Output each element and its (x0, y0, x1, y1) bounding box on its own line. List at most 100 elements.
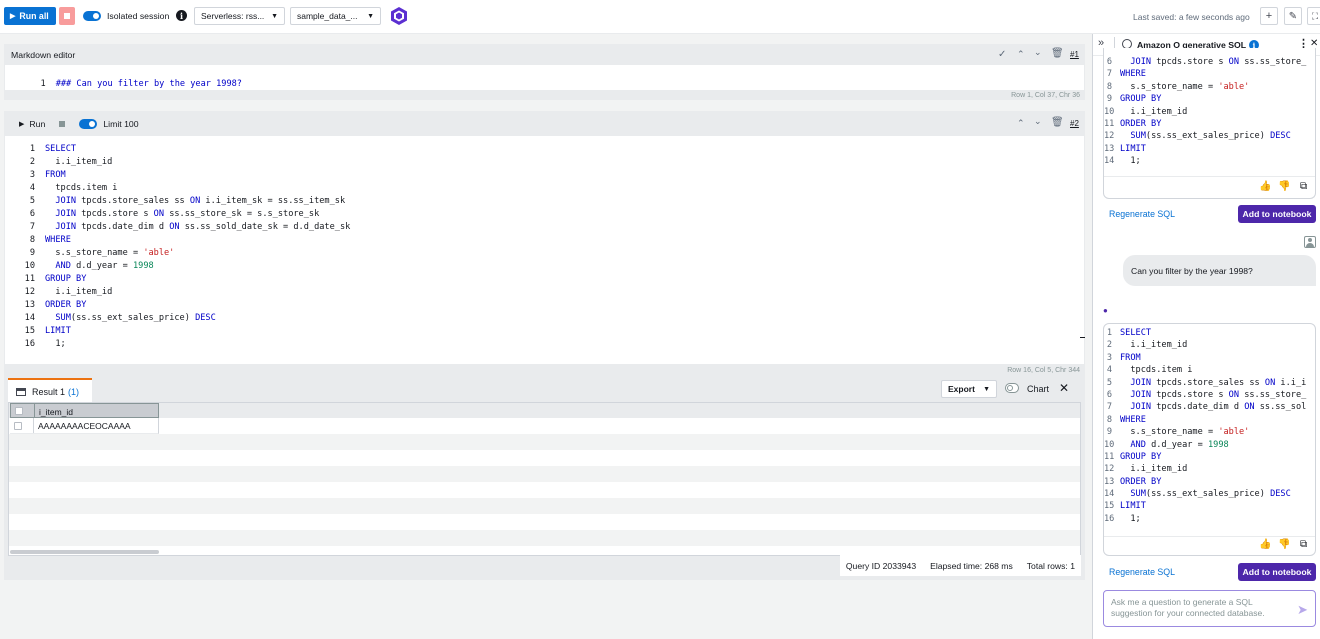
trash-icon[interactable]: 🗑 (1051, 48, 1064, 59)
code-text: 1; (1120, 156, 1141, 167)
chart-label: Chart (1027, 384, 1050, 394)
stop-all-button[interactable] (59, 7, 75, 25)
total-rows: Total rows: 1 (1026, 560, 1075, 571)
sql-cell[interactable]: ▶ Run Limit 100 ⌃ ⌄ 🗑 #2 1 SELECT 2 i.i_it… (4, 111, 1085, 379)
code-text: LIMIT (1120, 501, 1146, 512)
info-icon[interactable]: i (176, 10, 187, 21)
thumbs-down-icon[interactable]: 👎 (1278, 181, 1290, 192)
code-line: 7 WHERE (1104, 68, 1306, 80)
expand-icon: ⛶ (1311, 10, 1319, 21)
chevron-down-icon[interactable]: ⌄ (1034, 116, 1042, 127)
line-number: 14 (24, 313, 35, 323)
code-text: SELECT (45, 144, 77, 154)
line-number: 2 (29, 157, 35, 167)
column-header[interactable]: i_item_id (39, 407, 73, 417)
run-all-label: Run all (19, 11, 49, 21)
q-response-icon: ● (1103, 306, 1108, 315)
code-text: SELECT (1120, 328, 1152, 338)
stop-icon[interactable] (59, 121, 66, 127)
database-dropdown[interactable]: sample_data_... ▼ (290, 7, 381, 25)
line-number: 12 (1104, 131, 1115, 142)
code-line: 2 i.i_item_id (5, 156, 350, 169)
thumbs-down-icon[interactable]: 👎 (1278, 539, 1290, 550)
code-line: 11 ORDER BY (1104, 118, 1306, 130)
line-number: 15 (24, 326, 35, 336)
code-line: 6 JOIN tpcds.store s ON ss.ss_store_sk =… (5, 208, 350, 221)
run-all-button[interactable]: ▶ Run all (4, 7, 56, 25)
export-dropdown[interactable]: Export ▼ (941, 380, 997, 398)
chart-toggle[interactable] (1005, 383, 1019, 393)
line-number: 10 (24, 261, 35, 271)
code-line: 2 i.i_item_id (1104, 339, 1306, 351)
serverless-value: Serverless: rss... (201, 11, 265, 21)
tab-result-1[interactable]: Result 1 (1) (8, 378, 92, 404)
chevron-up-icon[interactable]: ⌃ (1017, 118, 1025, 129)
code-text: JOIN tpcds.date_dim d ON ss.ss_sol (1130, 402, 1307, 413)
row-checkbox[interactable] (14, 422, 22, 430)
line-number: 16 (1104, 513, 1115, 524)
limit-label: Limit 100 (103, 119, 139, 129)
line-number: 8 (29, 235, 35, 245)
code-text: GROUP BY (1120, 94, 1162, 105)
q-prompt-input[interactable]: Ask me a question to generate a SQL sugg… (1103, 590, 1316, 627)
trash-icon[interactable]: 🗑 (1051, 117, 1064, 128)
add-to-notebook-button[interactable]: Add to notebook (1238, 563, 1316, 581)
pencil-icon: ✎ (1288, 10, 1298, 22)
cell-number: #2 (1070, 119, 1079, 128)
check-icon[interactable]: ✓ (998, 49, 1006, 60)
add-cell-button[interactable]: + (1260, 7, 1278, 25)
add-to-notebook-button[interactable]: Add to notebook (1238, 205, 1316, 223)
regenerate-sql-button[interactable]: Regenerate SQL (1109, 567, 1175, 577)
code-line: 8 WHERE (1104, 414, 1306, 426)
line-number: 9 (29, 248, 35, 258)
table-row[interactable]: AAAAAAAACEOCAAAA (10, 418, 159, 434)
thumbs-up-icon[interactable]: 👍 (1259, 539, 1271, 550)
copy-icon[interactable]: ⧉ (1300, 181, 1307, 192)
line-number: 8 (1106, 81, 1112, 92)
code-text: JOIN tpcds.store s ON ss.ss_store_sk = s… (55, 209, 320, 219)
code-line: 11 GROUP BY (5, 273, 350, 286)
sql-editor[interactable]: 1 SELECT 2 i.i_item_id 3 FROM 4 tpcds.item i5… (5, 143, 351, 351)
serverless-workgroup-dropdown[interactable]: Serverless: rss... ▼ (194, 7, 285, 25)
thumbs-up-icon[interactable]: 👍 (1259, 181, 1271, 192)
select-all-checkbox[interactable] (15, 407, 23, 415)
code-text: GROUP BY (1120, 451, 1162, 462)
code-text: 1; (1120, 513, 1141, 524)
code-text: JOIN tpcds.store_sales ss ON i.i_i (1130, 377, 1307, 388)
run-cell-button[interactable]: ▶ Run (19, 119, 45, 129)
code-text: i.i_item_id (45, 287, 113, 297)
markdown-editor-content[interactable]: 1 ### Can you filter by the year 1998? (5, 65, 242, 89)
play-icon: ▶ (10, 13, 16, 20)
fullscreen-button[interactable]: ⛶ (1307, 7, 1320, 25)
copy-icon[interactable]: ⧉ (1300, 539, 1307, 550)
horizontal-scrollbar[interactable] (10, 550, 159, 554)
line-number: 4 (1106, 365, 1112, 376)
send-icon[interactable]: ➤ (1297, 602, 1308, 618)
close-icon[interactable]: ✕ (1059, 381, 1069, 395)
result-panel: Result 1 (1) Export ▼ Chart ✕ i_item_id A… (4, 374, 1085, 580)
code-text: i.i_item_id (1120, 106, 1188, 117)
limit-toggle[interactable] (79, 119, 98, 129)
user-question-text: Can you filter by the year 1998? (1131, 265, 1253, 276)
code-line: 16 1; (5, 338, 350, 351)
code-text: ORDER BY (1120, 118, 1162, 129)
code-line: 1 SELECT (1104, 327, 1306, 339)
amazon-q-icon[interactable] (389, 6, 409, 26)
chevron-up-icon[interactable]: ⌃ (1017, 49, 1025, 60)
chevron-down-icon[interactable]: ⌄ (1034, 47, 1042, 58)
code-line: 10 AND d.d_year = 1998 (5, 260, 350, 273)
markdown-cell-status: Row 1, Col 37, Chr 36 (1011, 92, 1080, 99)
markdown-cell[interactable]: Markdown editor ✓ ⌃ ⌄ 🗑 #1 1 ### Can you … (4, 44, 1085, 100)
code-line: 3 FROM (5, 169, 350, 182)
edit-button[interactable]: ✎ (1284, 7, 1302, 25)
header-row: i_item_id (10, 403, 159, 418)
markdown-editor-title: Markdown editor (11, 50, 76, 60)
line-number: 7 (29, 222, 35, 232)
run-label: Run (29, 119, 46, 129)
code-text: s.s_store_name = 'able' (45, 248, 175, 258)
regenerate-sql-button[interactable]: Regenerate SQL (1109, 209, 1175, 219)
line-number: 11 (1104, 451, 1115, 462)
result-footer: Query ID 2033943 Elapsed time: 268 ms To… (839, 555, 1081, 576)
isolated-session-toggle[interactable] (83, 11, 101, 21)
line-number: 10 (1104, 439, 1115, 450)
